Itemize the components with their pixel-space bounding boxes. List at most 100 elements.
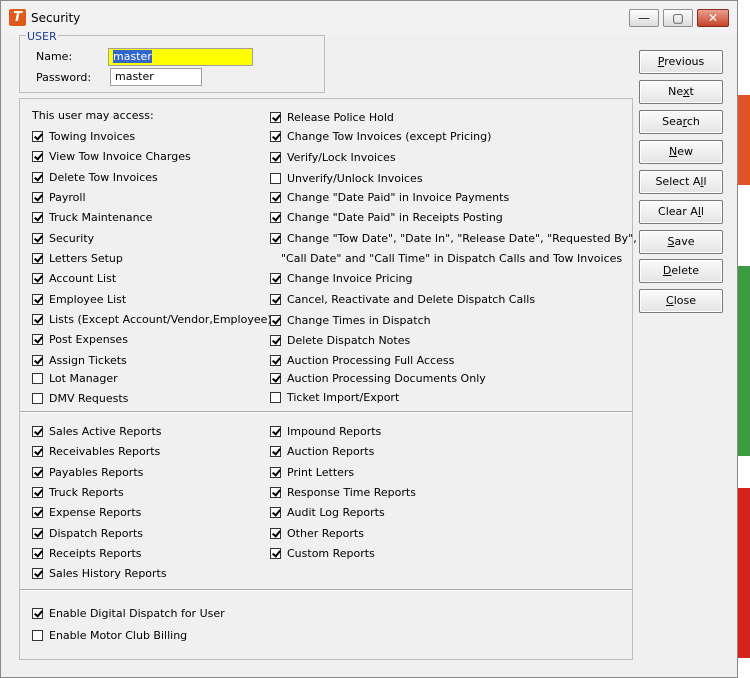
access-security-checkbox[interactable]: Security [32, 230, 94, 246]
access-unverify-unlock-invoices-checkbox[interactable]: Unverify/Unlock Invoices [270, 170, 423, 186]
checkbox-checked[interactable] [32, 527, 43, 539]
checkbox-label[interactable]: Post Expenses [49, 333, 128, 346]
checkbox-checked[interactable] [32, 211, 43, 223]
checkbox-label[interactable]: View Tow Invoice Charges [49, 150, 191, 163]
previous-button[interactable]: Previous [639, 50, 723, 74]
checkbox-checked[interactable] [270, 527, 281, 539]
checkbox-checked[interactable] [270, 272, 281, 284]
checkbox-checked[interactable] [270, 372, 281, 384]
maximize-button[interactable]: ▢ [663, 9, 693, 27]
checkbox-label[interactable]: DMV Requests [49, 392, 128, 405]
name-field[interactable]: master [108, 48, 253, 66]
checkbox-label[interactable]: Enable Motor Club Billing [49, 629, 187, 642]
checkbox-checked[interactable] [270, 506, 281, 518]
checkbox-checked[interactable] [32, 171, 43, 183]
access-lists-except-account-vendor-employee-checkbox[interactable]: Lists (Except Account/Vendor,Employee) [32, 311, 272, 327]
title-bar[interactable]: T Security — ▢ ✕ [1, 1, 737, 34]
checkbox-unchecked[interactable] [270, 172, 281, 184]
checkbox-checked[interactable] [32, 252, 43, 264]
checkbox-checked[interactable] [270, 425, 281, 437]
access-post-expenses-checkbox[interactable]: Post Expenses [32, 331, 128, 347]
checkbox-unchecked[interactable] [270, 391, 281, 403]
checkbox-label[interactable]: Cancel, Reactivate and Delete Dispatch C… [287, 293, 535, 306]
checkbox-label[interactable]: Employee List [49, 293, 126, 306]
delete-button[interactable]: Delete [639, 259, 723, 283]
password-field[interactable]: master [110, 68, 202, 86]
checkbox-label[interactable]: Verify/Lock Invoices [287, 151, 396, 164]
checkbox-checked[interactable] [32, 445, 43, 457]
checkbox-label[interactable]: Letters Setup [49, 252, 123, 265]
checkbox-label[interactable]: Enable Digital Dispatch for User [49, 607, 225, 620]
minimize-button[interactable]: — [629, 9, 659, 27]
checkbox-checked[interactable] [270, 354, 281, 366]
checkbox-checked[interactable] [270, 445, 281, 457]
checkbox-label[interactable]: Print Letters [287, 466, 354, 479]
checkbox-label[interactable]: Assign Tickets [49, 354, 127, 367]
access-view-tow-invoice-charges-checkbox[interactable]: View Tow Invoice Charges [32, 148, 191, 164]
checkbox-label[interactable]: Payables Reports [49, 466, 143, 479]
checkbox-label[interactable]: Impound Reports [287, 425, 381, 438]
checkbox-label[interactable]: Delete Tow Invoices [49, 171, 158, 184]
checkbox-label[interactable]: Lists (Except Account/Vendor,Employee) [49, 313, 272, 326]
checkbox-label[interactable]: Receipts Reports [49, 547, 142, 560]
checkbox-checked[interactable] [32, 130, 43, 142]
checkbox-checked[interactable] [270, 211, 281, 223]
checkbox-checked[interactable] [32, 272, 43, 284]
checkbox-label[interactable]: Change Tow Invoices (except Pricing) [287, 130, 491, 143]
checkbox-label[interactable]: Unverify/Unlock Invoices [287, 172, 423, 185]
checkbox-unchecked[interactable] [32, 372, 43, 384]
access-change-date-paid-in-receipts-posting-checkbox[interactable]: Change "Date Paid" in Receipts Posting [270, 209, 503, 225]
access-delete-tow-invoices-checkbox[interactable]: Delete Tow Invoices [32, 169, 158, 185]
access-payroll-checkbox[interactable]: Payroll [32, 189, 86, 205]
new-button[interactable]: New [639, 140, 723, 164]
access-employee-list-checkbox[interactable]: Employee List [32, 291, 126, 307]
checkbox-label[interactable]: Towing Invoices [49, 130, 135, 143]
report-other-reports-checkbox[interactable]: Other Reports [270, 525, 364, 541]
access-verify-lock-invoices-checkbox[interactable]: Verify/Lock Invoices [270, 149, 396, 165]
checkbox-checked[interactable] [32, 354, 43, 366]
checkbox-checked[interactable] [32, 567, 43, 579]
checkbox-checked[interactable] [270, 191, 281, 203]
checkbox-label[interactable]: Truck Maintenance [49, 211, 152, 224]
checkbox-checked[interactable] [270, 334, 281, 346]
access-change-tow-invoices-except-pricing-checkbox[interactable]: Change Tow Invoices (except Pricing) [270, 128, 491, 144]
close-window-button[interactable]: ✕ [697, 9, 729, 27]
access-letters-setup-checkbox[interactable]: Letters Setup [32, 250, 123, 266]
checkbox-checked[interactable] [32, 547, 43, 559]
access-change-times-in-dispatch-checkbox[interactable]: Change Times in Dispatch [270, 312, 431, 328]
checkbox-checked[interactable] [32, 191, 43, 203]
checkbox-label[interactable]: Auction Processing Documents Only [287, 372, 486, 385]
access-cancel-reactivate-and-delete-dispatch-ca-checkbox[interactable]: Cancel, Reactivate and Delete Dispatch C… [270, 291, 535, 307]
enable-motor-club-billing-checkbox[interactable]: Enable Motor Club Billing [32, 627, 187, 643]
search-button[interactable]: Search [639, 110, 723, 134]
checkbox-label[interactable]: Auction Processing Full Access [287, 354, 454, 367]
checkbox-checked[interactable] [270, 151, 281, 163]
checkbox-label[interactable]: Receivables Reports [49, 445, 160, 458]
report-sales-active-reports-checkbox[interactable]: Sales Active Reports [32, 423, 162, 439]
report-dispatch-reports-checkbox[interactable]: Dispatch Reports [32, 525, 143, 541]
report-receivables-reports-checkbox[interactable]: Receivables Reports [32, 443, 160, 459]
checkbox-checked[interactable] [32, 293, 43, 305]
checkbox-label[interactable]: Auction Reports [287, 445, 374, 458]
checkbox-checked[interactable] [270, 293, 281, 305]
checkbox-label[interactable]: Sales Active Reports [49, 425, 162, 438]
checkbox-label[interactable]: Sales History Reports [49, 567, 167, 580]
checkbox-checked[interactable] [32, 486, 43, 498]
checkbox-label[interactable]: Ticket Import/Export [287, 391, 399, 404]
access-change-invoice-pricing-checkbox[interactable]: Change Invoice Pricing [270, 270, 413, 286]
checkbox-label[interactable]: Security [49, 232, 94, 245]
access-assign-tickets-checkbox[interactable]: Assign Tickets [32, 352, 127, 368]
checkbox-label[interactable]: Change "Date Paid" in Receipts Posting [287, 211, 503, 224]
checkbox-label[interactable]: Release Police Hold [287, 111, 394, 124]
checkbox-checked[interactable] [270, 314, 281, 326]
report-audit-log-reports-checkbox[interactable]: Audit Log Reports [270, 504, 385, 520]
checkbox-checked[interactable] [32, 150, 43, 162]
checkbox-label[interactable]: Delete Dispatch Notes [287, 334, 410, 347]
access-auction-processing-documents-only-checkbox[interactable]: Auction Processing Documents Only [270, 370, 486, 386]
close-button[interactable]: Close [639, 289, 723, 313]
report-receipts-reports-checkbox[interactable]: Receipts Reports [32, 545, 142, 561]
checkbox-label[interactable]: Dispatch Reports [49, 527, 143, 540]
checkbox-label[interactable]: Change "Tow Date", "Date In", "Release D… [287, 232, 637, 245]
access-change-tow-date-date-in-release-date-req-checkbox[interactable]: Change "Tow Date", "Date In", "Release D… [270, 230, 637, 246]
select-all-button[interactable]: Select All [639, 170, 723, 194]
